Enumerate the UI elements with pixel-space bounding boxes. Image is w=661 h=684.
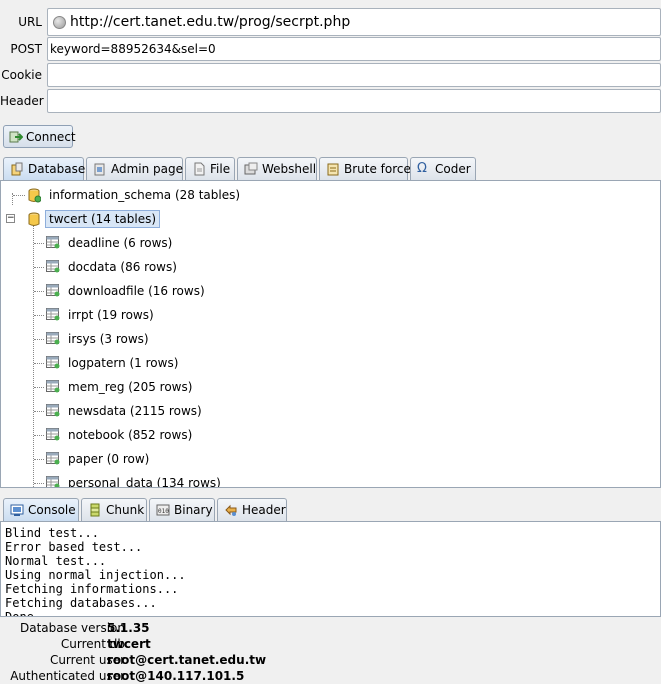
table-icon: [46, 428, 60, 441]
tree-table-label: personal_data (134 rows): [68, 476, 221, 488]
database-icon: [28, 188, 41, 203]
tree-line-h: [34, 435, 44, 436]
svg-text:010: 010: [158, 508, 169, 515]
url-label: URL: [18, 15, 42, 29]
url-field[interactable]: http://cert.tanet.edu.tw/prog/secrpt.php: [47, 8, 661, 36]
header-label: Header: [0, 94, 44, 108]
tab-webshell[interactable]: Webshell: [237, 157, 317, 180]
tree-line-h: [34, 339, 44, 340]
console-line: Blind test...: [5, 526, 99, 540]
table-icon: [46, 260, 60, 273]
auth-user-value: root@140.117.101.5: [107, 669, 245, 683]
post-value: keyword=88952634&sel=0: [50, 42, 216, 56]
binary-icon: 010: [156, 504, 170, 516]
webshell-icon: [244, 162, 258, 175]
console-line: Normal test...: [5, 554, 107, 568]
cookie-field[interactable]: [47, 63, 661, 87]
tree-line-h: [34, 411, 44, 412]
connect-button[interactable]: Connect: [3, 125, 76, 148]
file-icon: [194, 162, 205, 176]
tree-table-label: paper (0 row): [68, 452, 150, 466]
tree-line-h: [34, 459, 44, 460]
console-icon: [10, 504, 24, 516]
header-field[interactable]: [47, 89, 661, 113]
connect-icon: [9, 131, 23, 143]
tree-line-h: [34, 243, 44, 244]
table-icon: [46, 380, 60, 393]
console-line: Fetching databases...: [5, 596, 157, 610]
tab-admin-page[interactable]: Admin page: [86, 157, 183, 180]
console-output[interactable]: Blind test... Error based test... Normal t…: [0, 521, 661, 617]
tree-table-label: irrpt (19 rows): [68, 308, 154, 322]
status-panel: Database version 5.1.35 Current db twcer…: [0, 618, 661, 684]
table-icon: [46, 476, 60, 487]
tree-table-label: downloadfile (16 rows): [68, 284, 205, 298]
tree-line-h: [34, 483, 44, 484]
tree-line-child: [33, 225, 34, 487]
table-icon: [46, 308, 60, 321]
tree-table-label: mem_reg (205 rows): [68, 380, 193, 394]
table-icon: [46, 452, 60, 465]
chunk-icon: [90, 503, 100, 517]
database-tree-panel[interactable]: information_schema (28 tables) − twcert …: [0, 180, 661, 488]
table-icon: [46, 404, 60, 417]
post-label: POST: [10, 42, 42, 56]
current-db-value: twcert: [107, 637, 151, 651]
console-line: Fetching informations...: [5, 582, 179, 596]
tree-line-h: [34, 267, 44, 268]
url-value: http://cert.tanet.edu.tw/prog/secrpt.php: [70, 14, 351, 30]
tree-table-label: irsys (3 rows): [68, 332, 149, 346]
tree-line-h: [34, 315, 44, 316]
main-tab-bar: Database Admin page File Webshell Brute …: [0, 157, 661, 181]
header-icon: [225, 504, 237, 516]
db-version-value: 5.1.35: [107, 621, 150, 635]
database-icon: [28, 212, 40, 226]
tree-table-label: newsdata (2115 rows): [68, 404, 202, 418]
console-tab-bar: Console Chunk 010 Binary Header: [0, 498, 661, 522]
tab-file[interactable]: File: [185, 157, 235, 180]
tab-database[interactable]: Database: [3, 157, 85, 181]
tab-coder[interactable]: Ω Coder: [410, 157, 476, 180]
tree-line-h: [34, 387, 44, 388]
tree-table-label: deadline (6 rows): [68, 236, 173, 250]
admin-icon: [94, 163, 105, 176]
tab-binary[interactable]: 010 Binary: [149, 498, 215, 521]
table-icon: [46, 332, 60, 345]
database-icon: [11, 162, 23, 176]
tab-header[interactable]: Header: [217, 498, 287, 521]
cookie-label: Cookie: [1, 68, 42, 82]
omega-icon: Ω: [417, 161, 427, 176]
brute-force-icon: [327, 163, 339, 176]
table-icon: [46, 236, 60, 249]
tree-line-h: [34, 363, 44, 364]
console-line: Error based test...: [5, 540, 143, 554]
tree-expander[interactable]: −: [6, 214, 15, 223]
globe-icon: [53, 16, 66, 29]
post-field[interactable]: keyword=88952634&sel=0: [47, 37, 661, 61]
tree-line-h1: [13, 195, 25, 196]
table-icon: [46, 356, 60, 369]
tree-table-label: logpatern (1 rows): [68, 356, 179, 370]
connect-label: Connect: [26, 130, 76, 144]
tree-line-h: [34, 291, 44, 292]
tab-chunk[interactable]: Chunk: [81, 498, 147, 521]
tab-brute-force[interactable]: Brute force: [319, 157, 411, 180]
table-icon: [46, 284, 60, 297]
console-lines: Blind test... Error based test... Normal t…: [5, 526, 660, 617]
current-user-value: root@cert.tanet.edu.tw: [107, 653, 267, 667]
tab-console[interactable]: Console: [3, 498, 79, 522]
console-line: Done: [5, 610, 34, 617]
console-line: Using normal injection...: [5, 568, 186, 582]
tree-table-label: notebook (852 rows): [68, 428, 193, 442]
tree-table-label: docdata (86 rows): [68, 260, 177, 274]
